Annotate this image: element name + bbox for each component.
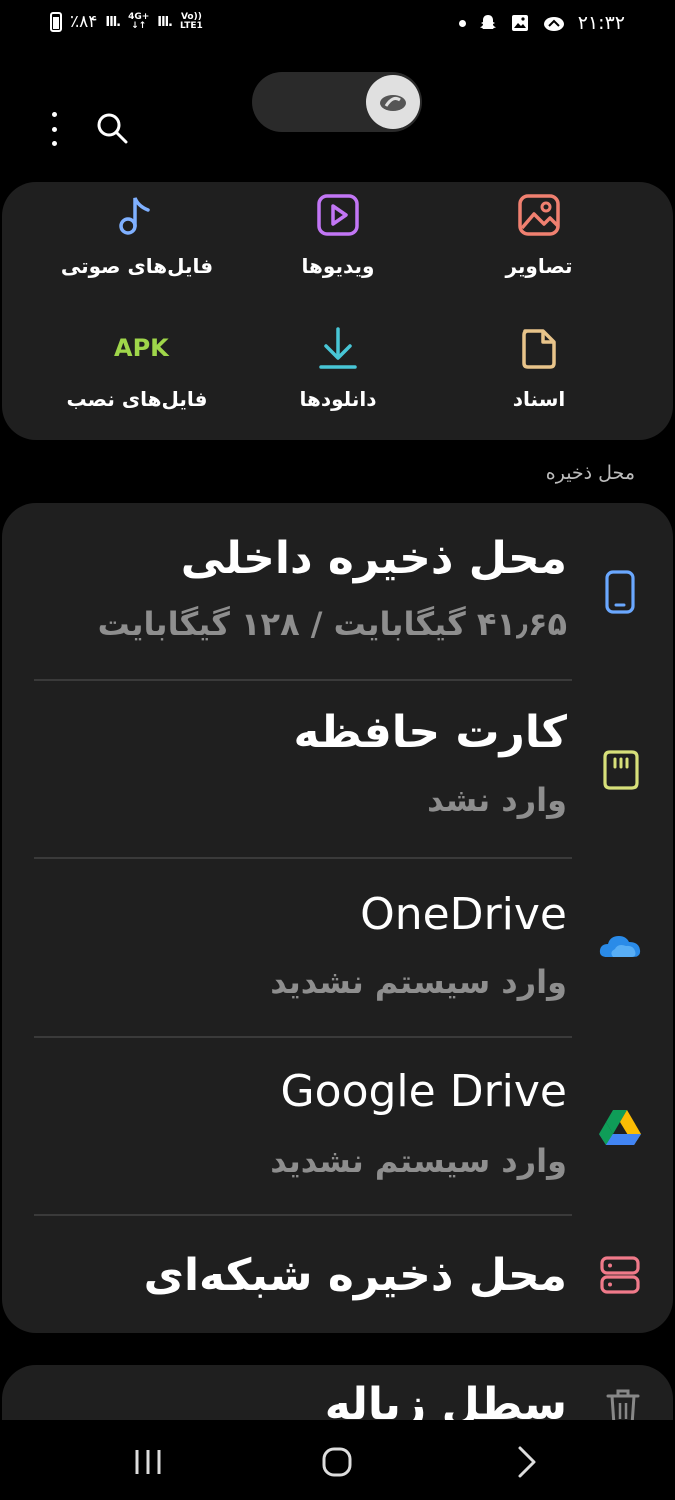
volte-indicator: Vo)) LTE1 (180, 13, 203, 31)
sd-card-icon (603, 750, 639, 790)
storage-item-googledrive[interactable]: Google Drive وارد سیستم نشدید (2, 1038, 673, 1215)
category-videos[interactable]: ویدیوها (238, 186, 438, 286)
search-icon[interactable] (94, 110, 130, 146)
apk-icon: APK (114, 334, 169, 362)
onedrive-icon (599, 936, 641, 957)
gallery-icon (511, 15, 528, 31)
network-indicator: 4G+ ↓↑ (128, 13, 149, 31)
battery-level: ٪۸۴ (70, 12, 98, 32)
category-audio[interactable]: فایل‌های صوتی (37, 186, 237, 286)
storage-item-title: محل ذخیره شبکه‌ای (143, 1250, 567, 1301)
trash-card[interactable]: سطل زباله (2, 1365, 673, 1425)
storage-item-title: کارت حافظه (293, 707, 567, 758)
music-note-icon (119, 197, 150, 235)
category-images[interactable]: تصاویر (439, 186, 639, 286)
more-options-button[interactable] (42, 112, 66, 146)
storage-item-subtitle: وارد سیستم نشدید (270, 1142, 567, 1180)
category-label: فایل‌های نصب (66, 387, 208, 411)
category-label: فایل‌های صوتی (60, 254, 214, 278)
recents-icon[interactable] (128, 1442, 168, 1482)
lte-label: LTE1 (179, 21, 203, 31)
category-downloads[interactable]: دانلودها (238, 319, 438, 419)
category-documents[interactable]: اسناد (439, 319, 639, 419)
storage-item-title: Google Drive (280, 1066, 567, 1117)
category-installers[interactable]: APK فایل‌های نصب (37, 319, 237, 419)
category-label: دانلودها (299, 387, 377, 411)
storage-item-subtitle: وارد نشد (427, 781, 567, 819)
signal-icon: Ill. (105, 14, 121, 30)
category-label: اسناد (512, 387, 566, 411)
status-right: ۲۱:۳۲ (458, 12, 625, 34)
navigation-bar (0, 1420, 675, 1500)
more-dot (51, 126, 57, 132)
network-storage-icon (600, 1256, 640, 1294)
category-label: تصاویر (505, 254, 573, 278)
status-left: ٪۸۴ Ill. 4G+ ↓↑ Ill. Vo)) LTE1 (50, 12, 203, 32)
category-label: ویدیوها (301, 254, 375, 278)
storage-item-subtitle: ۴۱٫۶۵ گیگابایت / ۱۲۸ گیگابایت (97, 605, 567, 643)
clock: ۲۱:۳۲ (577, 12, 625, 34)
storage-item-title: OneDrive (360, 889, 567, 940)
snapchat-icon (479, 15, 496, 29)
storage-item-network[interactable]: محل ذخیره شبکه‌ای (2, 1216, 673, 1333)
back-icon[interactable] (506, 1442, 546, 1482)
cloud-toggle[interactable] (252, 72, 422, 132)
status-bar: ٪۸۴ Ill. 4G+ ↓↑ Ill. Vo)) LTE1 ۲۱:۳۲ (0, 0, 675, 50)
categories-card: تصاویر ویدیوها فایل‌های صوتی اسناد دانلو… (2, 182, 673, 440)
more-dot (51, 112, 57, 117)
storage-item-onedrive[interactable]: OneDrive وارد سیستم نشدید (2, 859, 673, 1036)
signal-icon-2: Ill. (157, 14, 173, 30)
storage-item-internal[interactable]: محل ذخیره داخلی ۴۱٫۶۵ گیگابایت / ۱۲۸ گیگ… (2, 503, 673, 680)
cloud-icon (380, 95, 406, 111)
more-dot (51, 141, 57, 146)
data-arrows-icon: ↓↑ (131, 21, 147, 31)
storage-section-label: محل ذخیره (545, 462, 635, 484)
phone-icon (605, 570, 635, 614)
notification-dot-icon (458, 19, 466, 27)
google-drive-icon (599, 1110, 641, 1145)
toggle-knob[interactable] (366, 75, 420, 129)
download-icon (319, 327, 357, 369)
storage-item-title: محل ذخیره داخلی (180, 533, 567, 584)
image-icon (518, 194, 560, 236)
cloud-sync-icon (543, 17, 564, 31)
storage-item-subtitle: وارد سیستم نشدید (270, 963, 567, 1001)
trash-title: سطل زباله (324, 1379, 567, 1425)
home-icon[interactable] (317, 1442, 357, 1482)
battery-icon (50, 12, 62, 32)
document-icon (522, 329, 556, 369)
video-icon (317, 194, 359, 236)
storage-item-sdcard[interactable]: کارت حافظه وارد نشد (2, 681, 673, 858)
storage-card: محل ذخیره داخلی ۴۱٫۶۵ گیگابایت / ۱۲۸ گیگ… (2, 503, 673, 1333)
